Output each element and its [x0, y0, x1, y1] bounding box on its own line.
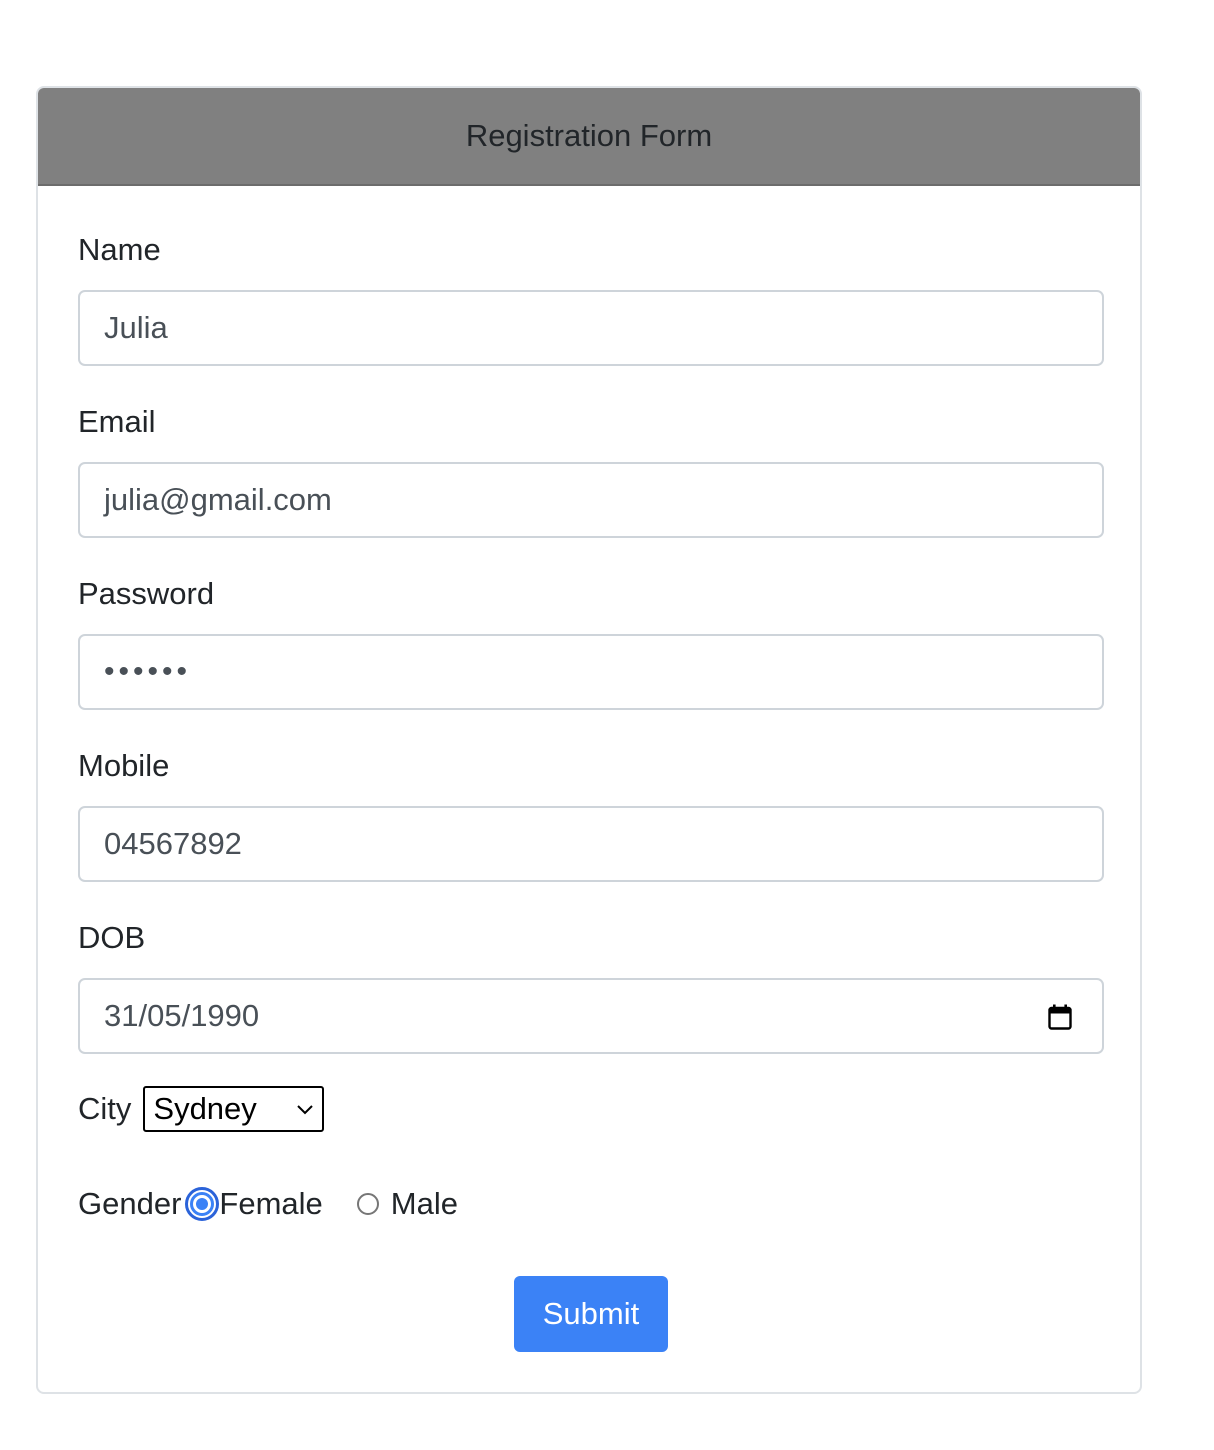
radio-female-label[interactable]: Female [219, 1186, 322, 1222]
chevron-down-icon [297, 1105, 314, 1115]
radio-male-label[interactable]: Male [391, 1186, 458, 1222]
city-select[interactable]: Sydney [143, 1086, 325, 1132]
name-label: Name [78, 232, 161, 267]
mobile-label: Mobile [78, 748, 170, 783]
radio-male[interactable] [356, 1193, 379, 1215]
gender-row: Gender Female Male [78, 1186, 458, 1222]
city-label: City [78, 1091, 132, 1126]
registration-card: Registration Form Name Julia Email julia… [36, 86, 1142, 1394]
password-value: •••••• [104, 655, 192, 688]
form-title: Registration Form [465, 118, 713, 153]
email-value: julia@gmail.com [104, 482, 332, 517]
city-selected-value: Sydney [153, 1091, 257, 1126]
name-value: Julia [104, 310, 168, 345]
email-input[interactable]: julia@gmail.com [78, 462, 1104, 538]
dob-value: 31/05/1990 [104, 998, 260, 1033]
calendar-icon[interactable] [1048, 1004, 1072, 1030]
radio-female[interactable] [185, 1187, 220, 1221]
mobile-input[interactable]: 04567892 [78, 806, 1104, 882]
password-input[interactable]: •••••• [78, 634, 1104, 710]
mobile-value: 04567892 [104, 826, 242, 861]
email-label: Email [78, 404, 156, 439]
gender-label: Gender [78, 1186, 182, 1221]
name-input[interactable]: Julia [78, 290, 1104, 366]
dob-label: DOB [78, 920, 146, 955]
submit-button[interactable]: Submit [514, 1276, 668, 1352]
city-row: City Sydney [78, 1086, 325, 1132]
password-label: Password [78, 576, 215, 611]
dob-input[interactable]: 31/05/1990 [78, 978, 1104, 1054]
card-header: Registration Form [38, 88, 1140, 186]
